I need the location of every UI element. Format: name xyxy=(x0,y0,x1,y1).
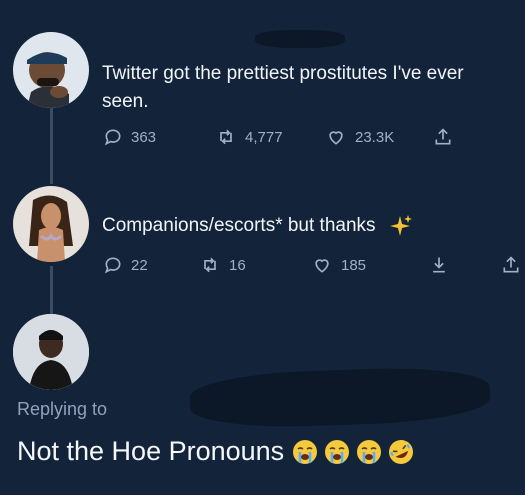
avatar-tweet-3[interactable] xyxy=(13,314,89,390)
retweet-button[interactable]: 16 xyxy=(199,255,311,275)
download-icon xyxy=(433,257,445,273)
share-icon xyxy=(435,128,451,145)
retweet-icon xyxy=(204,257,216,273)
retweet-icon xyxy=(220,129,232,145)
like-icon xyxy=(315,259,329,273)
tweet-1-text: Twitter got the prettiest prostitutes I'… xyxy=(102,63,464,112)
download-button[interactable] xyxy=(429,254,501,276)
retweet-count: 4,777 xyxy=(245,128,283,146)
like-count: 185 xyxy=(341,256,367,274)
share-icon xyxy=(503,256,519,273)
reply-icon xyxy=(104,257,121,274)
like-button[interactable]: 23.3K xyxy=(325,127,433,147)
tweet-1-actions: 363 4,777 23.3K xyxy=(103,126,453,148)
tweet-2-actions: 22 16 185 xyxy=(103,254,521,276)
replying-to-label: Replying to xyxy=(17,399,108,419)
tweet-thread: Twitter got the prettiest prostitutes I'… xyxy=(0,0,525,495)
tweet-2-text: Companions/escorts* but thanks xyxy=(102,215,376,236)
emoji-group xyxy=(292,439,414,465)
reply-count: 22 xyxy=(131,256,148,274)
like-count: 23.3K xyxy=(355,128,395,146)
like-button[interactable]: 185 xyxy=(311,255,429,275)
crying-face-emoji xyxy=(325,439,350,464)
reply-button[interactable]: 363 xyxy=(103,127,215,147)
share-button[interactable] xyxy=(433,126,453,148)
rofl-emoji xyxy=(389,439,414,464)
reply-button[interactable]: 22 xyxy=(103,255,199,275)
tweet-2-text-row: Companions/escorts* but thanks xyxy=(102,212,413,240)
like-icon xyxy=(329,131,343,145)
reply-icon xyxy=(104,129,121,146)
avatar-tweet-1[interactable] xyxy=(13,32,89,108)
crying-face-emoji xyxy=(293,439,318,464)
sparkles-icon xyxy=(389,214,412,236)
retweet-count: 16 xyxy=(229,256,246,274)
retweet-button[interactable]: 4,777 xyxy=(215,127,325,147)
thread-line-2 xyxy=(50,266,53,314)
crying-face-emoji xyxy=(357,439,382,464)
share-button[interactable] xyxy=(501,254,521,276)
reply-count: 363 xyxy=(131,128,157,146)
redaction-smudge-2 xyxy=(255,30,345,48)
thread-line-1 xyxy=(50,108,53,184)
avatar-tweet-2[interactable] xyxy=(13,186,89,262)
redaction-smudge-1 xyxy=(189,364,491,431)
tweet-3-text: Not the Hoe Pronouns xyxy=(17,436,285,466)
tweet-3-text-row: Not the Hoe Pronouns xyxy=(17,436,414,467)
